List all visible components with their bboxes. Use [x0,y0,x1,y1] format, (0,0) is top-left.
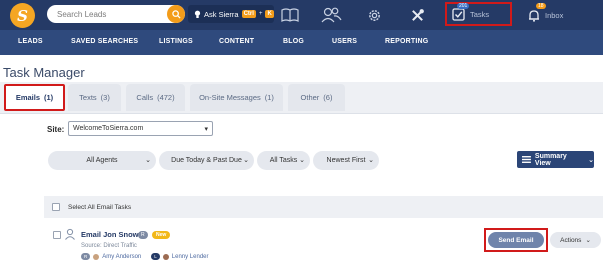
nav-item-content[interactable]: CONTENT [219,38,254,45]
chevron-down-icon: ⌄ [299,157,305,164]
actions-button[interactable]: Actions ⌄ [550,232,601,248]
ask-sierra-button[interactable]: Ask Sierra Ctrl + K [188,5,274,23]
lender-role-badge: L [151,253,160,260]
chevron-down-icon: ⌄ [368,157,374,164]
search-box [47,5,185,23]
agents-filter-value: All Agents [86,157,118,164]
chevron-down-icon: ⌄ [243,157,249,164]
task-checkbox[interactable] [53,231,61,239]
tab-texts-count: (3) [100,93,110,102]
tasks-label: Tasks [470,9,490,19]
nav-item-listings[interactable]: LISTINGS [159,38,193,45]
lender-name[interactable]: Lenny Lender [172,254,209,260]
chevron-down-icon: ▾ [204,126,208,133]
gear-icon [368,9,380,21]
tasks-button[interactable]: 201 Tasks [445,2,512,26]
due-filter-value: Due Today & Past Due [171,157,242,164]
sort-filter-value: Newest First [326,157,366,164]
send-email-highlight: Send Email [484,228,548,252]
agents-filter[interactable]: All Agents ⌄ [48,151,156,170]
nav-item-reporting[interactable]: REPORTING [385,38,428,45]
tab-emails[interactable]: Emails (1) [4,84,65,111]
task-assignees: R Amy Anderson L Lenny Lender [81,253,209,260]
shortcut-key-ctrl: Ctrl [241,10,256,18]
task-source: Source: Direct Traffic [81,243,137,249]
tab-texts-label: Texts [79,93,97,102]
tools-icon [411,8,424,21]
nav-item-saved-searches[interactable]: SAVED SEARCHES [71,38,138,45]
nav-item-blog[interactable]: BLOG [283,38,304,45]
chevron-down-icon: ⌄ [145,157,151,164]
inbox-count-badge: 18 [536,3,546,9]
site-label: Site: [47,125,65,134]
search-button[interactable] [167,5,185,23]
search-input[interactable] [57,6,157,22]
lender-avatar [162,253,169,260]
main-nav: LEADS SAVED SEARCHES LISTINGS CONTENT BL… [0,30,603,55]
role-badge: R [138,231,148,239]
tab-calls[interactable]: Calls (472) [126,84,185,111]
nav-item-leads[interactable]: LEADS [18,38,43,45]
agent-role-badge: R [81,253,91,260]
inbox-label: Inbox [545,10,564,20]
shortcut-key-k: K [265,10,274,18]
list-icon [522,156,531,163]
search-icon [171,9,181,19]
summary-view-label: Summary View [534,152,567,167]
settings-button[interactable] [361,3,387,27]
shortcut-plus: + [258,11,263,17]
tasks-filter[interactable]: All Tasks ⌄ [257,151,310,170]
ask-sierra-label: Ask Sierra [204,9,239,19]
sierra-logo[interactable]: S [10,3,35,28]
agent-name[interactable]: Amy Anderson [102,254,141,260]
tab-on-site-messages-count: (1) [264,93,274,102]
page-title: Task Manager [3,65,85,80]
tab-texts[interactable]: Texts (3) [68,84,121,111]
task-tabs: Emails (1) Texts (3) Calls (472) On-Site… [0,82,603,114]
site-select-value: WelcomeToSierra.com [73,125,144,132]
bell-icon [529,9,539,22]
tab-emails-label: Emails [15,93,40,102]
tab-on-site-messages-label: On-Site Messages [199,93,261,102]
book-icon [281,8,299,22]
tab-emails-count: (1) [44,93,54,102]
summary-view-button[interactable]: Summary View ⌄ [517,151,594,168]
book-button[interactable] [277,3,303,27]
person-icon [65,228,75,240]
team-icon [321,7,342,23]
tools-button[interactable] [404,3,430,27]
task-title[interactable]: Email Jon Snow [81,230,139,239]
send-email-button[interactable]: Send Email [488,232,544,248]
select-all-checkbox[interactable] [52,203,60,211]
top-bar: S Ask Sierra Ctrl + K [0,0,603,30]
tab-other-label: Other [300,93,320,102]
chevron-down-icon: ⌄ [585,237,591,244]
agent-avatar [93,253,100,260]
tasks-count-badge: 201 [457,3,470,9]
chevron-down-icon: ⌄ [588,156,594,164]
site-select[interactable]: WelcomeToSierra.com ▾ [68,121,213,136]
tab-calls-label: Calls [136,93,154,102]
tasks-filter-value: All Tasks [269,157,298,164]
lightbulb-icon [194,10,201,18]
tab-other-count: (6) [323,93,333,102]
sort-filter[interactable]: Newest First ⌄ [313,151,379,170]
team-button[interactable] [318,3,344,27]
tab-other[interactable]: Other (6) [288,84,345,111]
inbox-button[interactable]: 18 Inbox [528,3,588,26]
actions-label: Actions [560,236,582,244]
select-all-bar: Select All Email Tasks [44,196,603,218]
select-all-label: Select All Email Tasks [68,203,132,211]
task-check-icon [452,7,465,21]
new-badge: New [152,231,171,239]
due-filter[interactable]: Due Today & Past Due ⌄ [159,151,254,170]
nav-item-users[interactable]: USERS [332,38,357,45]
tab-on-site-messages[interactable]: On-Site Messages (1) [190,84,283,111]
tab-calls-count: (472) [157,93,175,102]
